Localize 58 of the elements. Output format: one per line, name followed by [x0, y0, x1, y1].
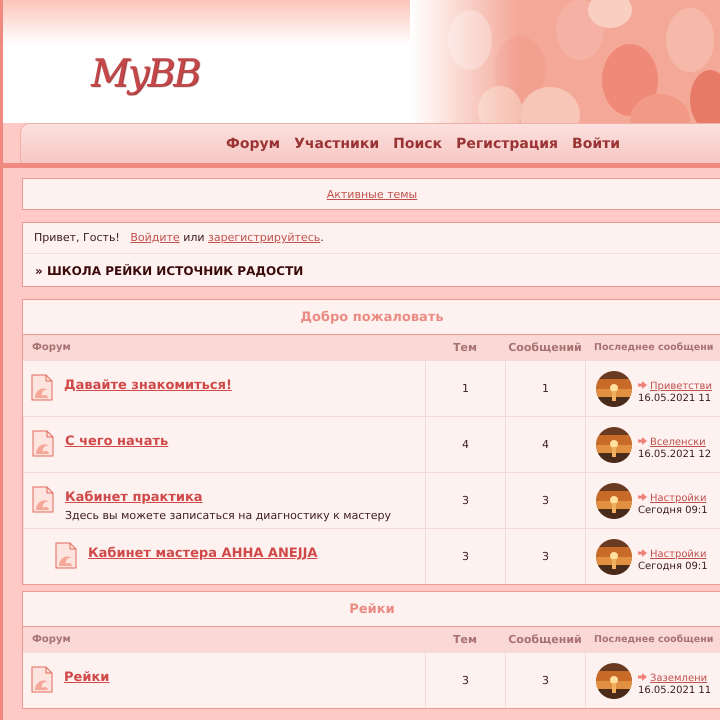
active-topics-link[interactable]: Активные темы — [326, 188, 418, 200]
forum-link[interactable]: Давайте знакомиться! — [64, 378, 232, 393]
arrow-icon — [638, 436, 647, 444]
forum-icon — [31, 666, 53, 693]
last-post-date: Сегодня 09:1 — [638, 560, 708, 572]
nav-link[interactable]: Войти — [572, 136, 620, 152]
forum-link[interactable]: Рейки — [64, 670, 110, 685]
column-header: Тем — [453, 341, 477, 354]
count-cell: 1 — [462, 382, 469, 395]
forum-icon — [32, 486, 54, 513]
count-cell: 3 — [462, 550, 469, 563]
last-post-link[interactable]: Заземлени — [650, 672, 708, 684]
nav-link[interactable]: Регистрация — [456, 136, 558, 152]
count-cell: 4 — [462, 438, 469, 451]
forum-icon — [32, 430, 54, 457]
forum-link[interactable]: Кабинет практика — [65, 490, 203, 505]
column-header: Форум — [32, 634, 71, 645]
last-post-date: 16.05.2021 12 — [638, 448, 712, 460]
breadcrumb-mark: » — [35, 264, 43, 278]
category-title: Рейки — [349, 602, 395, 616]
last-post-date: 16.05.2021 11 — [638, 392, 712, 404]
last-post-link[interactable]: Приветстви — [650, 380, 712, 392]
arrow-icon — [638, 492, 647, 500]
nav-link[interactable]: Форум — [226, 136, 280, 152]
count-cell: 3 — [542, 674, 549, 687]
forum-link[interactable]: С чего начать — [65, 434, 168, 449]
category-title: Добро пожаловать — [300, 310, 444, 324]
forum-icon — [31, 374, 53, 401]
forum-description: Здесь вы можете записаться на диагностику к мастеру — [65, 509, 392, 522]
register-link[interactable]: зарегистрируйтесь — [208, 231, 320, 244]
forum-icon — [55, 542, 77, 569]
column-header: Тем — [453, 633, 477, 646]
last-post-link[interactable]: Настройки — [650, 492, 706, 504]
count-cell: 4 — [542, 438, 549, 451]
last-post-date: Сегодня 09:1 — [638, 504, 708, 516]
arrow-icon — [638, 672, 647, 680]
site-logo[interactable]: MyBB — [91, 50, 200, 96]
count-cell: 3 — [462, 674, 469, 687]
forum-link[interactable]: Кабинет мастера АННА ANEJJA — [88, 546, 318, 561]
greeting-text: Привет, Гость! Войдите или зарегистрируйтесь. — [34, 231, 324, 244]
count-cell: 3 — [542, 494, 549, 507]
arrow-icon — [638, 548, 647, 556]
last-post-link[interactable]: Вселенски — [650, 436, 706, 448]
column-header: Форум — [32, 342, 71, 353]
count-cell: 3 — [462, 494, 469, 507]
arrow-icon — [638, 380, 647, 388]
column-header: Сообщений — [508, 633, 582, 646]
nav-link[interactable]: Поиск — [393, 136, 442, 152]
count-cell: 1 — [542, 382, 549, 395]
nav-link[interactable]: Участники — [294, 136, 380, 152]
column-header: Сообщений — [508, 341, 582, 354]
column-header: Последнее сообщени — [594, 342, 714, 353]
login-link[interactable]: Войдите — [130, 231, 180, 244]
column-header: Последнее сообщени — [594, 634, 714, 645]
last-post-link[interactable]: Настройки — [650, 548, 706, 560]
last-post-date: 16.05.2021 11 — [638, 684, 712, 696]
breadcrumb-title: ШКОЛА РЕЙКИ ИСТОЧНИК РАДОСТИ — [46, 264, 304, 278]
count-cell: 3 — [542, 550, 549, 563]
